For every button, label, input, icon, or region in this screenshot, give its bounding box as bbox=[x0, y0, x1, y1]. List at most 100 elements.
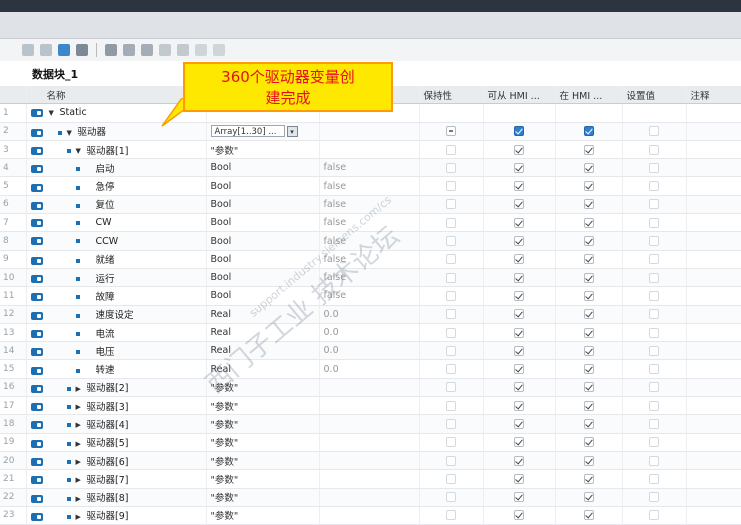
hmi-access-checkbox[interactable] bbox=[514, 236, 524, 247]
setpoint-checkbox[interactable] bbox=[649, 364, 659, 375]
expand-right-icon[interactable]: ▶ bbox=[76, 458, 84, 466]
table-row[interactable]: 13 电流 Real 0.0 bbox=[0, 323, 741, 343]
retain-checkbox[interactable] bbox=[446, 510, 456, 521]
default-value-cell[interactable] bbox=[319, 433, 420, 452]
expand-all-icon[interactable] bbox=[105, 44, 117, 56]
retain-checkbox[interactable] bbox=[446, 126, 456, 137]
retain-checkbox[interactable] bbox=[446, 364, 456, 375]
datatype-cell[interactable]: "参数" bbox=[206, 433, 320, 452]
hmi-access-checkbox[interactable] bbox=[514, 345, 524, 356]
setpoint-checkbox[interactable] bbox=[649, 254, 659, 265]
comment-cell[interactable] bbox=[686, 250, 741, 269]
setpoint-checkbox[interactable] bbox=[649, 345, 659, 356]
name-cell[interactable]: 就绪 bbox=[26, 250, 207, 269]
retain-checkbox[interactable] bbox=[446, 345, 456, 356]
expand-right-icon[interactable]: ▶ bbox=[76, 421, 84, 429]
datatype-cell[interactable]: Real bbox=[206, 359, 320, 379]
comment-cell[interactable] bbox=[686, 158, 741, 178]
expand-right-icon[interactable]: ▶ bbox=[76, 385, 84, 393]
hmi-access-checkbox[interactable] bbox=[514, 181, 524, 192]
header-hmi-access[interactable]: 可从 HMI ... bbox=[483, 86, 556, 105]
default-value-cell[interactable]: false bbox=[319, 176, 420, 196]
default-value-cell[interactable] bbox=[319, 122, 420, 141]
name-cell[interactable]: 启动 bbox=[26, 158, 207, 178]
load-start-values-icon[interactable] bbox=[76, 44, 88, 56]
setpoint-checkbox[interactable] bbox=[649, 144, 659, 155]
retain-checkbox[interactable] bbox=[446, 181, 456, 192]
hmi-visible-checkbox[interactable] bbox=[583, 382, 594, 393]
comment-cell[interactable] bbox=[686, 231, 741, 251]
setpoint-checkbox[interactable] bbox=[649, 236, 659, 247]
table-row[interactable]: 8 CCW Bool false bbox=[0, 231, 741, 251]
table-row[interactable]: 20 ▶ 驱动器[6] "参数" bbox=[0, 451, 741, 471]
datatype-cell[interactable]: Real bbox=[206, 323, 320, 343]
header-hmi-visible[interactable]: 在 HMI ... bbox=[555, 86, 623, 105]
setpoint-checkbox[interactable] bbox=[649, 309, 659, 320]
datatype-dropdown-button[interactable]: ▾ bbox=[286, 125, 298, 137]
retain-checkbox[interactable] bbox=[446, 272, 456, 283]
comment-cell[interactable] bbox=[686, 469, 741, 489]
setpoint-checkbox[interactable] bbox=[649, 272, 659, 283]
default-value-cell[interactable]: 0.0 bbox=[319, 359, 420, 379]
datatype-cell[interactable]: Real bbox=[206, 341, 320, 361]
table-row[interactable]: 4 启动 Bool false bbox=[0, 158, 741, 178]
table-row[interactable]: 14 电压 Real 0.0 bbox=[0, 341, 741, 361]
default-value-cell[interactable]: false bbox=[319, 268, 420, 288]
hmi-access-checkbox[interactable] bbox=[514, 162, 524, 173]
comment-cell[interactable] bbox=[686, 140, 741, 160]
header-setpoint[interactable]: 设置值 bbox=[622, 86, 687, 105]
hmi-access-checkbox[interactable] bbox=[514, 473, 524, 484]
hmi-visible-checkbox[interactable] bbox=[583, 473, 594, 484]
hmi-access-checkbox[interactable] bbox=[514, 290, 524, 301]
table-row[interactable]: 17 ▶ 驱动器[3] "参数" bbox=[0, 396, 741, 416]
hmi-visible-checkbox[interactable] bbox=[583, 492, 594, 503]
default-value-cell[interactable] bbox=[319, 378, 420, 398]
datatype-cell[interactable]: "参数" bbox=[206, 396, 320, 416]
setpoint-checkbox[interactable] bbox=[649, 492, 659, 503]
setpoint-checkbox[interactable] bbox=[649, 437, 659, 448]
table-row[interactable]: 15 转速 Real 0.0 bbox=[0, 359, 741, 379]
snapshot-icon[interactable] bbox=[40, 44, 52, 56]
options-icon[interactable] bbox=[213, 44, 225, 56]
name-cell[interactable]: ▶ 驱动器[4] bbox=[26, 414, 207, 434]
setpoint-checkbox[interactable] bbox=[649, 382, 659, 393]
comment-cell[interactable] bbox=[686, 506, 741, 525]
datatype-cell[interactable]: "参数" bbox=[206, 451, 320, 471]
table-row[interactable]: 11 故障 Bool false bbox=[0, 286, 741, 306]
hmi-visible-checkbox[interactable] bbox=[583, 126, 594, 137]
setpoint-checkbox[interactable] bbox=[649, 327, 659, 338]
hmi-access-checkbox[interactable] bbox=[514, 364, 524, 375]
hmi-visible-checkbox[interactable] bbox=[583, 400, 594, 411]
table-row[interactable]: 16 ▶ 驱动器[2] "参数" bbox=[0, 378, 741, 398]
name-cell[interactable]: ▶ 驱动器[8] bbox=[26, 488, 207, 507]
retain-checkbox[interactable] bbox=[446, 217, 456, 228]
expand-right-icon[interactable]: ▶ bbox=[76, 440, 84, 448]
comment-cell[interactable] bbox=[686, 103, 741, 123]
hmi-visible-checkbox[interactable] bbox=[583, 162, 594, 173]
name-cell[interactable]: ▶ 驱动器[2] bbox=[26, 378, 207, 398]
comment-cell[interactable] bbox=[686, 488, 741, 507]
hmi-access-checkbox[interactable] bbox=[514, 272, 524, 283]
expand-right-icon[interactable]: ▶ bbox=[76, 476, 84, 484]
retain-checkbox[interactable] bbox=[446, 327, 456, 338]
expand-down-icon[interactable]: ▼ bbox=[76, 147, 84, 155]
retain-checkbox[interactable] bbox=[446, 437, 456, 448]
setpoint-checkbox[interactable] bbox=[649, 162, 659, 173]
hmi-access-checkbox[interactable] bbox=[514, 510, 524, 521]
default-value-cell[interactable] bbox=[319, 469, 420, 489]
datatype-cell[interactable]: Bool bbox=[206, 231, 320, 251]
expand-right-icon[interactable]: ▶ bbox=[76, 403, 84, 411]
datatype-cell[interactable]: Bool bbox=[206, 268, 320, 288]
name-cell[interactable]: 急停 bbox=[26, 176, 207, 196]
comment-cell[interactable] bbox=[686, 213, 741, 233]
view-icon[interactable] bbox=[195, 44, 207, 56]
comment-cell[interactable] bbox=[686, 396, 741, 416]
comment-cell[interactable] bbox=[686, 268, 741, 288]
hmi-access-checkbox[interactable] bbox=[514, 309, 524, 320]
setpoint-checkbox[interactable] bbox=[649, 199, 659, 210]
array-datatype-field[interactable]: Array[1..30] ... bbox=[210, 125, 285, 138]
datatype-cell[interactable]: "参数" bbox=[206, 414, 320, 434]
hmi-visible-checkbox[interactable] bbox=[583, 418, 594, 429]
hmi-access-checkbox[interactable] bbox=[514, 382, 524, 393]
retain-checkbox[interactable] bbox=[446, 254, 456, 265]
